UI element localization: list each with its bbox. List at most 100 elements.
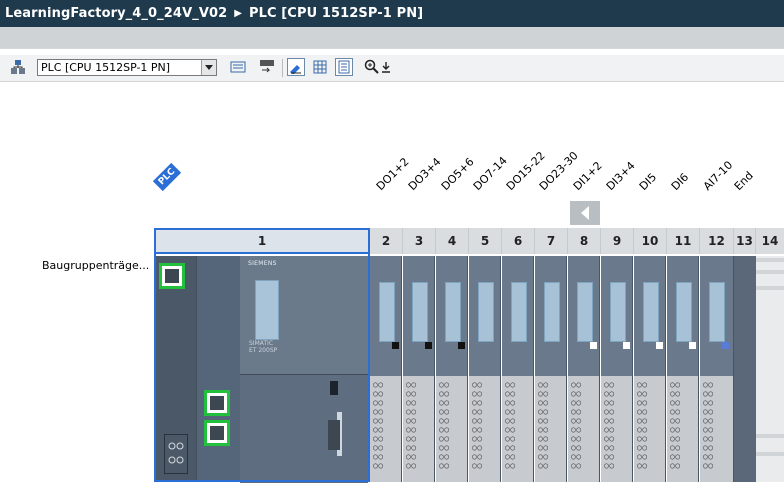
io-module-front — [634, 256, 665, 376]
slot-header-1[interactable]: 1 — [154, 228, 370, 254]
slot-header-5[interactable]: 5 — [469, 228, 502, 254]
io-status-led — [590, 342, 597, 349]
io-status-led — [458, 342, 465, 349]
slot-header-10[interactable]: 10 — [634, 228, 667, 254]
slot-header-8[interactable]: 8 — [568, 228, 601, 254]
slot-header-7[interactable]: 7 — [535, 228, 568, 254]
io-terminal-block: ○○ ○○ ○○ ○○ ○○ ○○ ○○ ○○ ○○ ○○ — [700, 376, 733, 482]
io-module-front — [568, 256, 599, 376]
slot-header-11[interactable]: 11 — [667, 228, 700, 254]
io-module-front — [535, 256, 566, 376]
empty-slot-14[interactable] — [756, 256, 784, 482]
io-status-led — [392, 342, 399, 349]
profinet-port-p1[interactable] — [204, 390, 230, 416]
io-terminal-block: ○○ ○○ ○○ ○○ ○○ ○○ ○○ ○○ ○○ ○○ — [667, 376, 698, 482]
chevron-down-icon[interactable] — [201, 60, 216, 75]
page-break-icon[interactable] — [335, 58, 353, 76]
io-module-slot-3[interactable]: ○○ ○○ ○○ ○○ ○○ ○○ ○○ ○○ ○○ ○○ — [403, 256, 435, 482]
server-module-slot-13[interactable] — [734, 256, 757, 482]
io-label-strip — [643, 282, 659, 342]
slot-rail — [756, 452, 784, 456]
cpu-memory-card — [328, 420, 340, 450]
cpu-lower-panel — [240, 374, 368, 483]
grid-icon[interactable] — [311, 58, 329, 76]
slot-header-14[interactable]: 14 — [756, 228, 784, 254]
slot-header-9[interactable]: 9 — [601, 228, 634, 254]
slot-rail — [756, 258, 784, 262]
network-view-icon[interactable] — [9, 58, 27, 76]
io-label-strip — [511, 282, 527, 342]
slot-rail — [756, 434, 784, 438]
io-module-slot-10[interactable]: ○○ ○○ ○○ ○○ ○○ ○○ ○○ ○○ ○○ ○○ — [634, 256, 666, 482]
io-module-slot-12[interactable]: ○○ ○○ ○○ ○○ ○○ ○○ ○○ ○○ ○○ ○○ — [700, 256, 734, 482]
device-select[interactable]: PLC [CPU 1512SP-1 PN] — [37, 59, 217, 76]
slot-rail — [756, 270, 784, 274]
breadcrumb-separator-icon: ▶ — [234, 8, 242, 19]
io-module-front — [700, 256, 733, 376]
io-terminal-block: ○○ ○○ ○○ ○○ ○○ ○○ ○○ ○○ ○○ ○○ — [634, 376, 665, 482]
cpu-label-strip — [255, 280, 279, 340]
slot-header-2[interactable]: 2 — [370, 228, 403, 254]
io-module-slot-7[interactable]: ○○ ○○ ○○ ○○ ○○ ○○ ○○ ○○ ○○ ○○ — [535, 256, 567, 482]
io-status-led — [656, 342, 663, 349]
io-terminals-icon: ○○ ○○ ○○ ○○ ○○ ○○ ○○ ○○ ○○ ○○ — [373, 380, 384, 470]
io-module-slot-2[interactable]: ○○ ○○ ○○ ○○ ○○ ○○ ○○ ○○ ○○ ○○ — [370, 256, 402, 482]
cpu-model-line1: SIMATIC — [249, 340, 274, 347]
profinet-port-x1[interactable] — [159, 263, 185, 289]
io-module-slot-11[interactable]: ○○ ○○ ○○ ○○ ○○ ○○ ○○ ○○ ○○ ○○ — [667, 256, 699, 482]
io-terminal-block: ○○ ○○ ○○ ○○ ○○ ○○ ○○ ○○ ○○ ○○ — [469, 376, 500, 482]
slot-rail — [756, 286, 784, 290]
io-status-led — [425, 342, 432, 349]
tab-strip — [0, 27, 784, 48]
device-view-toolbar: PLC [CPU 1512SP-1 PN] — [0, 55, 784, 82]
io-terminal-block: ○○ ○○ ○○ ○○ ○○ ○○ ○○ ○○ ○○ ○○ — [601, 376, 632, 482]
io-label-strip — [577, 282, 593, 342]
title-bar: LearningFactory_4_0_24V_V02 ▶ PLC [CPU 1… — [0, 0, 784, 27]
io-module-front — [667, 256, 698, 376]
io-module-slot-8[interactable]: ○○ ○○ ○○ ○○ ○○ ○○ ○○ ○○ ○○ ○○ — [568, 256, 600, 482]
io-terminal-block: ○○ ○○ ○○ ○○ ○○ ○○ ○○ ○○ ○○ ○○ — [403, 376, 434, 482]
io-terminals-icon: ○○ ○○ ○○ ○○ ○○ ○○ ○○ ○○ ○○ ○○ — [505, 380, 516, 470]
io-label-strip — [610, 282, 626, 342]
io-label-strip — [379, 282, 395, 342]
profinet-port-p2[interactable] — [204, 420, 230, 446]
scroll-left-button[interactable] — [570, 201, 600, 225]
io-terminal-block: ○○ ○○ ○○ ○○ ○○ ○○ ○○ ○○ ○○ ○○ — [502, 376, 533, 482]
io-status-led — [689, 342, 696, 349]
io-module-front — [601, 256, 632, 376]
io-terminals-icon: ○○ ○○ ○○ ○○ ○○ ○○ ○○ ○○ ○○ ○○ — [703, 380, 714, 470]
breadcrumb-device[interactable]: PLC [CPU 1512SP-1 PN] — [249, 6, 423, 21]
io-module-front — [469, 256, 500, 376]
io-status-led — [722, 342, 729, 349]
io-module-slot-9[interactable]: ○○ ○○ ○○ ○○ ○○ ○○ ○○ ○○ ○○ ○○ — [601, 256, 633, 482]
io-terminals-icon: ○○ ○○ ○○ ○○ ○○ ○○ ○○ ○○ ○○ ○○ — [406, 380, 417, 470]
io-module-slot-5[interactable]: ○○ ○○ ○○ ○○ ○○ ○○ ○○ ○○ ○○ ○○ — [469, 256, 501, 482]
io-module-front — [436, 256, 467, 376]
cpu-status-panel — [196, 256, 241, 482]
slot-header-13[interactable]: 13 — [734, 228, 756, 254]
io-label-strip — [709, 282, 725, 342]
device-select-value: PLC [CPU 1512SP-1 PN] — [41, 61, 171, 74]
io-terminals-icon: ○○ ○○ ○○ ○○ ○○ ○○ ○○ ○○ ○○ ○○ — [571, 380, 582, 470]
io-module-slot-4[interactable]: ○○ ○○ ○○ ○○ ○○ ○○ ○○ ○○ ○○ ○○ — [436, 256, 468, 482]
rack-label[interactable]: Baugruppenträge... — [42, 259, 149, 272]
io-label-strip — [445, 282, 461, 342]
io-terminal-block: ○○ ○○ ○○ ○○ ○○ ○○ ○○ ○○ ○○ ○○ — [535, 376, 566, 482]
zoom-dropdown-icon[interactable] — [380, 58, 392, 76]
io-module-slot-6[interactable]: ○○ ○○ ○○ ○○ ○○ ○○ ○○ ○○ ○○ ○○ — [502, 256, 534, 482]
slot-header-3[interactable]: 3 — [403, 228, 436, 254]
ethernet-port-icon — [210, 426, 224, 440]
breadcrumb-project[interactable]: LearningFactory_4_0_24V_V02 — [5, 6, 227, 21]
slot-header-12[interactable]: 12 — [700, 228, 734, 254]
io-terminal-block: ○○ ○○ ○○ ○○ ○○ ○○ ○○ ○○ ○○ ○○ — [568, 376, 599, 482]
show-labels-icon[interactable] — [287, 58, 305, 76]
slot-header-6[interactable]: 6 — [502, 228, 535, 254]
zoom-in-icon[interactable] — [363, 58, 381, 76]
io-terminals-icon: ○○ ○○ ○○ ○○ ○○ ○○ ○○ ○○ ○○ ○○ — [604, 380, 615, 470]
io-module-front — [502, 256, 533, 376]
cpu-mode-switch[interactable] — [330, 381, 338, 395]
io-terminals-icon: ○○ ○○ ○○ ○○ ○○ ○○ ○○ ○○ ○○ ○○ — [538, 380, 549, 470]
slot-header-4[interactable]: 4 — [436, 228, 469, 254]
device-overview-icon[interactable] — [229, 58, 247, 76]
show-module-names-icon[interactable] — [258, 58, 276, 76]
